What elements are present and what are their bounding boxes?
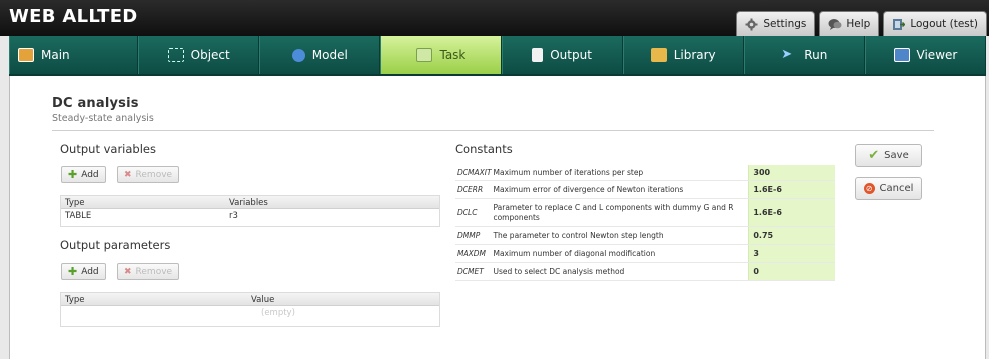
column-header: Value [251, 295, 275, 305]
settings-tab[interactable]: Settings [736, 11, 816, 36]
nav-viewer-label: Viewer [916, 48, 958, 62]
plus-icon: ✚ [68, 265, 78, 278]
output-parameters-heading: Output parameters [60, 238, 171, 252]
main-icon [18, 48, 34, 62]
constant-value[interactable]: 0 [748, 263, 835, 280]
empty-text: (empty) [261, 308, 295, 318]
table-row[interactable]: TABLE r3 [61, 209, 439, 223]
page-title: DC analysis [52, 96, 139, 111]
logout-label: Logout (test) [910, 18, 978, 30]
logout-tab[interactable]: Logout (test) [883, 11, 987, 36]
output-variables-heading: Output variables [60, 142, 156, 156]
remove-parameter-label: Remove [135, 266, 173, 277]
output-icon [532, 48, 544, 62]
nav-model[interactable]: Model [259, 36, 381, 74]
remove-variable-button[interactable]: ✖ Remove [117, 166, 180, 183]
nav-object[interactable]: Object [138, 36, 260, 74]
constant-row[interactable]: DCLC Parameter to replace C and L compon… [455, 199, 835, 227]
constant-name: DMMP [457, 231, 481, 240]
add-variable-button[interactable]: ✚ Add [61, 166, 106, 183]
constants-table: DCMAXIT Maximum number of iterations per… [455, 165, 835, 281]
app-title: WEB ALLTED [9, 6, 138, 27]
help-tab[interactable]: Help [819, 11, 880, 36]
column-header: Type [65, 198, 85, 208]
remove-icon: ✖ [124, 266, 132, 277]
viewer-icon [893, 48, 910, 62]
task-icon [416, 48, 433, 62]
model-icon [291, 48, 305, 62]
constant-description: Maximum number of diagonal modification [493, 249, 656, 258]
constant-value[interactable]: 1.6E-6 [748, 199, 835, 226]
empty-row: (empty) [61, 306, 439, 320]
cancel-label: Cancel [879, 183, 914, 194]
help-label: Help [846, 18, 871, 30]
page-subtitle: Steady-state analysis [52, 113, 154, 124]
nav-run[interactable]: ➤ Run [743, 36, 865, 74]
nav-run-label: Run [804, 48, 828, 62]
checkmark-icon: ✔ [868, 148, 880, 163]
constant-row[interactable]: DCMET Used to select DC analysis method … [455, 263, 835, 281]
constant-name: DCERR [457, 185, 484, 194]
constant-description: The parameter to control Newton step len… [493, 231, 664, 240]
cancel-icon: ⊘ [863, 183, 875, 194]
save-label: Save [884, 150, 909, 161]
constant-value[interactable]: 1.6E-6 [748, 181, 835, 198]
nav-task-label: Task [439, 48, 466, 62]
constant-row[interactable]: DCMAXIT Maximum number of iterations per… [455, 165, 835, 181]
remove-icon: ✖ [124, 169, 132, 180]
nav-model-label: Model [311, 48, 348, 62]
nav-viewer[interactable]: Viewer [864, 36, 986, 74]
column-header: Variables [229, 198, 268, 208]
output-variables-table: Type Variables TABLE r3 [60, 195, 440, 227]
output-parameters-table: Type Value (empty) [60, 292, 440, 327]
nav-object-label: Object [190, 48, 230, 62]
nav-output[interactable]: Output [501, 36, 623, 74]
top-tabs: Settings Help Logout (test) [736, 11, 987, 36]
constant-value[interactable]: 0.75 [748, 227, 835, 244]
logout-icon [892, 18, 906, 31]
constant-name: DCLC [457, 208, 478, 217]
constant-row[interactable]: MAXDM Maximum number of diagonal modific… [455, 245, 835, 263]
divider [52, 130, 934, 131]
table-header: Type Value [61, 293, 439, 306]
constant-value[interactable]: 3 [748, 245, 835, 262]
constant-value[interactable]: 300 [748, 165, 835, 180]
table-cell: TABLE [65, 211, 92, 221]
save-button[interactable]: ✔ Save [855, 144, 922, 167]
constant-name: MAXDM [457, 249, 486, 258]
constant-description: Used to select DC analysis method [493, 267, 625, 276]
nav-library[interactable]: Library [622, 36, 744, 74]
settings-label: Settings [763, 18, 807, 30]
gear-icon [745, 18, 758, 31]
main-nav: Main Object Model Task Output Library ➤ … [9, 36, 986, 76]
object-icon [167, 48, 184, 62]
add-parameter-button[interactable]: ✚ Add [61, 263, 106, 280]
nav-task[interactable]: Task [380, 36, 502, 74]
constant-name: DCMET [457, 267, 484, 276]
constant-description: Maximum number of iterations per step [493, 168, 644, 177]
constant-row[interactable]: DCERR Maximum error of divergence of New… [455, 181, 835, 199]
help-icon [828, 18, 842, 31]
constant-description: Parameter to replace C and L components … [493, 202, 734, 222]
nav-main-label: Main [41, 48, 70, 62]
constant-name: DCMAXIT [457, 168, 492, 177]
remove-parameter-button[interactable]: ✖ Remove [117, 263, 180, 280]
table-header: Type Variables [61, 196, 439, 209]
plus-icon: ✚ [68, 168, 78, 181]
column-header: Type [65, 295, 85, 305]
top-bar: WEB ALLTED Settings Help Logout (test) [0, 0, 989, 36]
remove-variable-label: Remove [135, 169, 173, 180]
cancel-button[interactable]: ⊘ Cancel [855, 177, 922, 200]
library-icon [650, 48, 667, 62]
add-parameter-label: Add [81, 266, 99, 277]
add-variable-label: Add [81, 169, 99, 180]
constant-row[interactable]: DMMP The parameter to control Newton ste… [455, 227, 835, 245]
run-icon: ➤ [781, 47, 793, 62]
nav-library-label: Library [673, 48, 716, 62]
constant-description: Maximum error of divergence of Newton it… [493, 185, 684, 194]
table-cell: r3 [229, 211, 238, 221]
nav-main[interactable]: Main [9, 36, 139, 74]
nav-output-label: Output [550, 48, 592, 62]
constants-heading: Constants [455, 142, 513, 156]
